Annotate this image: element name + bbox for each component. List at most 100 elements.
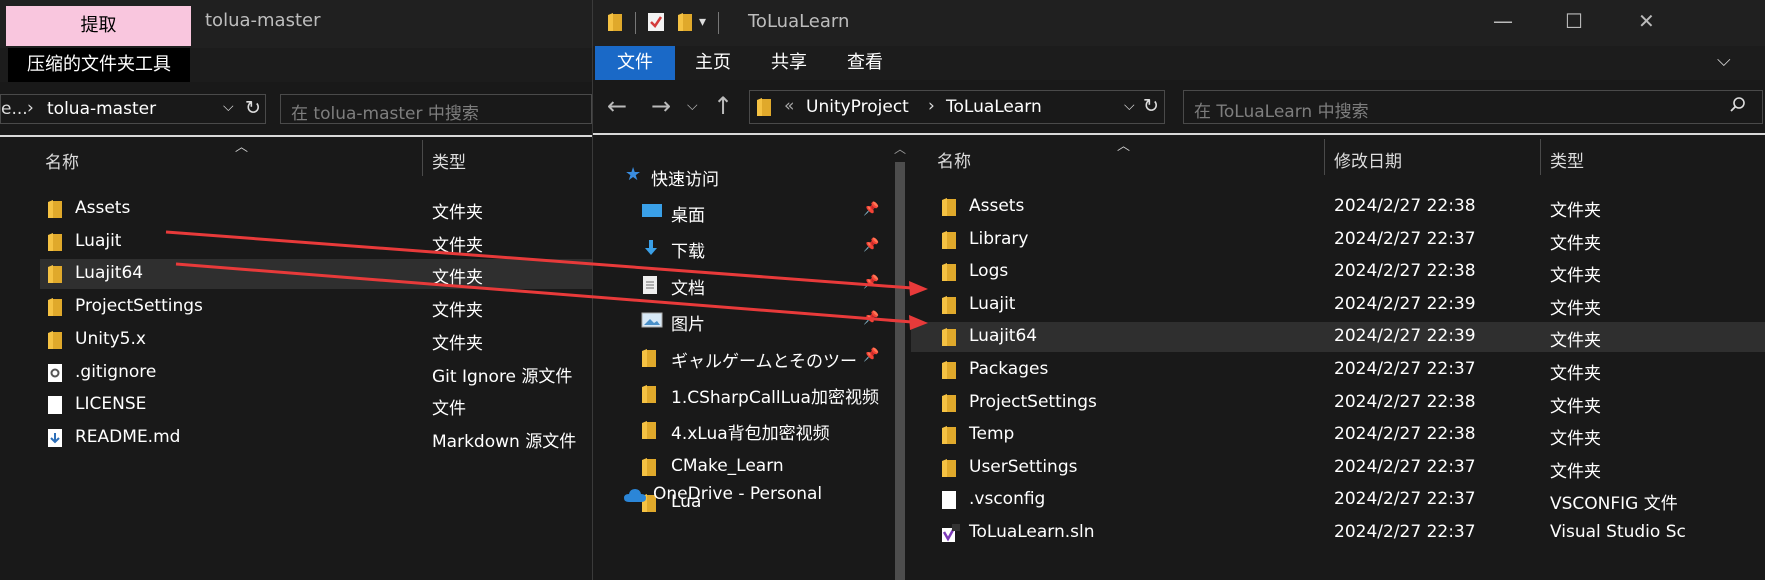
pin-icon[interactable]: 📌 xyxy=(863,348,879,363)
folder-icon xyxy=(641,420,657,445)
file-row[interactable]: Luajit 2024/2/27 22:39 文件夹 xyxy=(911,290,1765,320)
file-row[interactable]: .gitignore Git Ignore 源文件 xyxy=(40,358,592,388)
file-row[interactable]: ProjectSettings 文件夹 xyxy=(40,292,592,322)
extract-tab[interactable]: 提取 xyxy=(6,6,191,46)
breadcrumb-unityproject[interactable]: UnityProject xyxy=(806,97,909,117)
pin-icon[interactable]: 📌 xyxy=(863,275,879,290)
file-row[interactable]: LICENSE 文件 xyxy=(40,390,592,420)
file-name: ProjectSettings xyxy=(969,391,1097,412)
column-header-type[interactable]: 类型 xyxy=(1550,147,1584,172)
file-name: Luajit64 xyxy=(75,263,144,284)
sort-ascending-icon: ︿ xyxy=(1117,139,1131,154)
file-row[interactable]: Luajit 文件夹 xyxy=(40,227,592,257)
onedrive-label: OneDrive - Personal xyxy=(653,484,823,504)
chevron-down-icon[interactable]: ⌵ xyxy=(1717,50,1731,71)
tab-file[interactable]: 文件 xyxy=(595,46,675,80)
file-row[interactable]: Temp 2024/2/27 22:38 文件夹 xyxy=(911,420,1765,450)
maximize-icon[interactable]: ☐ xyxy=(1565,9,1583,33)
scroll-up-icon[interactable]: ︿ xyxy=(894,140,906,157)
file-date: 2024/2/27 22:38 xyxy=(1334,261,1476,282)
file-type: 文件夹 xyxy=(1550,364,1601,384)
file-row[interactable]: .vsconfig 2024/2/27 22:37 VSCONFIG 文件 xyxy=(911,485,1765,515)
tab-share[interactable]: 共享 xyxy=(753,46,825,80)
nav-item[interactable]: 1.CSharpCallLua加密视频 xyxy=(641,380,931,410)
breadcrumb-toluelearn[interactable]: ToLuaLearn xyxy=(946,97,1042,117)
pin-icon[interactable]: 📌 xyxy=(863,202,879,217)
file-type: 文件夹 xyxy=(432,301,483,322)
nav-scrollbar[interactable]: ︿ xyxy=(891,140,909,580)
nav-item[interactable]: CMake_Learn xyxy=(641,453,931,483)
nav-item[interactable]: 文档 📌 xyxy=(641,271,931,301)
left-window-title: tolua-master xyxy=(205,10,321,31)
up-arrow-icon[interactable]: ↑ xyxy=(713,92,733,120)
refresh-icon[interactable]: ↻ xyxy=(245,97,261,119)
folder-icon xyxy=(941,197,957,222)
file-row[interactable]: ToLuaLearn.sln 2024/2/27 22:37 Visual Stud… xyxy=(911,518,1765,548)
right-search-input[interactable]: 在 ToLuaLearn 中搜索 xyxy=(1183,90,1763,124)
file-row[interactable]: Assets 2024/2/27 22:38 文件夹 xyxy=(911,192,1765,222)
column-header-name[interactable]: 名称 xyxy=(45,148,79,173)
file-type: 文件夹 xyxy=(432,333,483,354)
breadcrumb-tolua-master[interactable]: tolua-master xyxy=(47,99,156,119)
folder-icon xyxy=(641,384,657,409)
right-ribbon: 文件 主页 共享 查看 ⌵ xyxy=(593,46,1765,80)
column-separator[interactable] xyxy=(422,140,423,176)
customize-toolbar-icon[interactable]: ▾ xyxy=(699,14,706,30)
file-row[interactable]: Library 2024/2/27 22:37 文件夹 xyxy=(911,225,1765,255)
left-explorer-window: 提取 tolua-master 压缩的文件夹工具 e... › tolua-ma… xyxy=(0,0,592,580)
close-icon[interactable]: ✕ xyxy=(1638,9,1655,33)
compressed-folder-tools-tab[interactable]: 压缩的文件夹工具 xyxy=(8,48,190,82)
column-separator[interactable] xyxy=(1540,139,1541,175)
forward-arrow-icon[interactable]: → xyxy=(651,92,671,120)
left-address-bar[interactable]: e... › tolua-master ⌵ ↻ xyxy=(0,94,266,124)
nav-item[interactable]: 桌面 📌 xyxy=(641,198,931,228)
double-chevron-left-icon[interactable]: « xyxy=(784,96,794,116)
refresh-icon[interactable]: ↻ xyxy=(1143,95,1159,117)
nav-item[interactable]: 4.xLua背包加密视频 xyxy=(641,416,931,446)
file-row[interactable]: ProjectSettings 2024/2/27 22:38 文件夹 xyxy=(911,388,1765,418)
file-row[interactable]: README.md Markdown 源文件 xyxy=(40,423,592,453)
nav-item-label: 桌面 xyxy=(671,206,705,226)
tab-view[interactable]: 查看 xyxy=(829,46,901,80)
desktop-icon xyxy=(641,202,663,225)
nav-item[interactable]: ギャルゲームとそのツー 📌 xyxy=(641,344,931,374)
column-header-name[interactable]: 名称 xyxy=(937,147,971,172)
cloud-icon xyxy=(623,487,647,508)
scrollbar-thumb[interactable] xyxy=(895,162,905,580)
search-icon[interactable] xyxy=(1729,96,1747,119)
file-row[interactable]: Logs 2024/2/27 22:38 文件夹 xyxy=(911,257,1765,287)
file-row[interactable]: UserSettings 2024/2/27 22:37 文件夹 xyxy=(911,453,1765,483)
file-name: Temp xyxy=(969,424,1015,445)
file-row[interactable]: Packages 2024/2/27 22:37 文件夹 xyxy=(911,355,1765,385)
file-row[interactable]: Assets 文件夹 xyxy=(40,194,592,224)
pin-icon[interactable]: 📌 xyxy=(863,238,879,253)
chevron-down-icon[interactable]: ⌵ xyxy=(223,99,234,115)
left-ribbon: 压缩的文件夹工具 xyxy=(0,48,592,82)
file-date: 2024/2/27 22:37 xyxy=(1334,456,1476,477)
file-name: Luajit xyxy=(75,230,122,251)
column-header-type[interactable]: 类型 xyxy=(432,148,466,173)
chevron-right-icon[interactable]: › xyxy=(928,96,935,116)
back-arrow-icon[interactable]: ← xyxy=(607,92,627,120)
file-row[interactable]: Unity5.x 文件夹 xyxy=(40,325,592,355)
chevron-down-icon[interactable]: ⌵ xyxy=(687,98,698,114)
search-placeholder: 在 tolua-master 中搜索 xyxy=(291,104,479,124)
pin-icon[interactable]: 📌 xyxy=(863,311,879,326)
new-folder-icon[interactable] xyxy=(677,12,693,37)
folder-icon xyxy=(47,330,63,355)
file-name: Library xyxy=(969,228,1029,249)
file-row[interactable]: Luajit64 文件夹 xyxy=(40,259,592,290)
chevron-down-icon[interactable]: ⌵ xyxy=(1124,98,1135,114)
tab-home[interactable]: 主页 xyxy=(677,46,749,80)
properties-icon[interactable] xyxy=(647,12,665,37)
column-header-date[interactable]: 修改日期 xyxy=(1334,147,1402,172)
file-row[interactable]: Luajit64 2024/2/27 22:39 文件夹 xyxy=(911,322,1765,353)
right-address-bar[interactable]: « UnityProject › ToLuaLearn ⌵ ↻ xyxy=(749,90,1165,124)
left-search-input[interactable]: 在 tolua-master 中搜索 xyxy=(280,94,592,124)
nav-item[interactable]: 下载 📌 xyxy=(641,234,931,264)
nav-item[interactable]: 图片 📌 xyxy=(641,307,931,337)
minimize-icon[interactable]: — xyxy=(1493,9,1513,33)
column-separator[interactable] xyxy=(1324,139,1325,175)
file-name: Luajit xyxy=(969,293,1016,314)
file-name: Unity5.x xyxy=(75,328,146,349)
